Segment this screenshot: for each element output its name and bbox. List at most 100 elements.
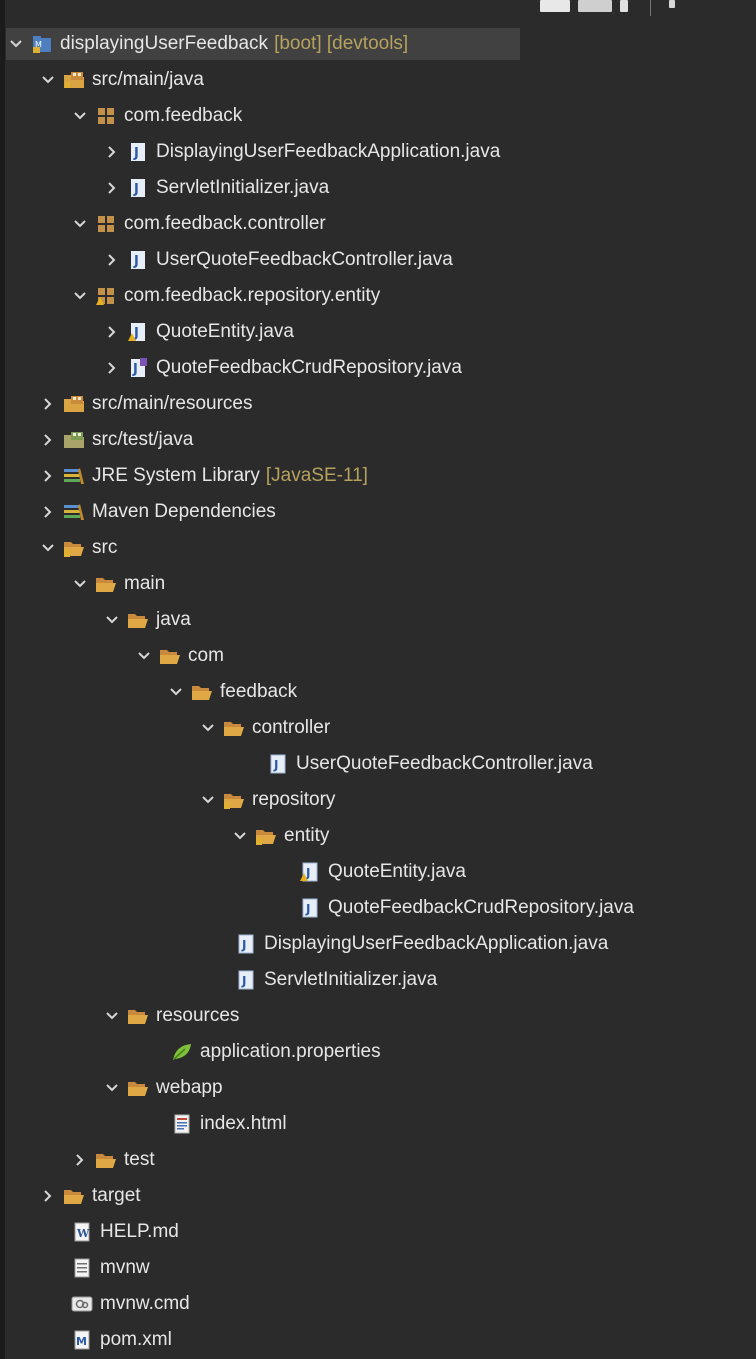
tree-row-java-file[interactable]: J QuoteFeedbackCrudRepository.java bbox=[0, 350, 756, 386]
tree-row-project[interactable]: M displayingUserFeedback [boot] [devtool… bbox=[0, 26, 756, 62]
tree-row-label: mvnw bbox=[100, 1257, 150, 1278]
chevron-down-icon[interactable] bbox=[70, 574, 90, 594]
tree-row-package[interactable]: com.feedback bbox=[0, 98, 756, 134]
tree-row-folder[interactable]: main bbox=[0, 566, 756, 602]
chevron-right-icon[interactable] bbox=[38, 1186, 58, 1206]
tree-row-source-folder[interactable]: src/main/java bbox=[0, 62, 756, 98]
link-with-editor-icon[interactable] bbox=[578, 0, 612, 12]
tree-row-label: mvnw.cmd bbox=[100, 1293, 190, 1314]
folder-open-icon bbox=[222, 717, 246, 739]
folder-open-icon bbox=[254, 825, 278, 847]
minimize-icon[interactable] bbox=[669, 0, 675, 8]
tree-row-java-file[interactable]: J UserQuoteFeedbackController.java bbox=[0, 242, 756, 278]
tree-row-file[interactable]: J UserQuoteFeedbackController.java bbox=[0, 746, 756, 782]
tree-row-folder[interactable]: controller bbox=[0, 710, 756, 746]
tree-row-label: src bbox=[92, 537, 118, 558]
tree-row-folder[interactable]: test bbox=[0, 1142, 756, 1178]
tree-row-folder[interactable]: webapp bbox=[0, 1070, 756, 1106]
tree-row-source-folder[interactable]: src/main/resources bbox=[0, 386, 756, 422]
chevron-down-icon[interactable] bbox=[38, 70, 58, 90]
svg-text:J: J bbox=[132, 362, 138, 377]
chevron-right-icon[interactable] bbox=[102, 178, 122, 198]
chevron-down-icon[interactable] bbox=[102, 1078, 122, 1098]
chevron-down-icon[interactable] bbox=[6, 34, 26, 54]
tree-row-folder[interactable]: resources bbox=[0, 998, 756, 1034]
chevron-right-icon[interactable] bbox=[102, 142, 122, 162]
text-file-icon bbox=[70, 1257, 94, 1279]
chevron-down-icon[interactable] bbox=[70, 106, 90, 126]
tree-row-label: application.properties bbox=[200, 1041, 381, 1062]
tree-row-folder[interactable]: feedback bbox=[0, 674, 756, 710]
tree-row-source-folder[interactable]: src/test/java bbox=[0, 422, 756, 458]
project-decoration: [boot] [devtools] bbox=[274, 33, 409, 54]
java-file-warning-icon: J bbox=[126, 321, 150, 343]
tree-row-file[interactable]: application.properties bbox=[0, 1034, 756, 1070]
html-file-icon bbox=[170, 1113, 194, 1135]
collapse-all-icon[interactable] bbox=[540, 0, 570, 12]
tree-row-library[interactable]: Maven Dependencies bbox=[0, 494, 756, 530]
tree-row-java-file[interactable]: J DisplayingUserFeedbackApplication.java bbox=[0, 134, 756, 170]
tree-row-folder[interactable]: repository bbox=[0, 782, 756, 818]
tree-row-file[interactable]: index.html bbox=[0, 1106, 756, 1142]
chevron-right-icon[interactable] bbox=[38, 430, 58, 450]
tree-row-file[interactable]: J DisplayingUserFeedbackApplication.java bbox=[0, 926, 756, 962]
java-file-warning-icon: J bbox=[298, 861, 322, 883]
tree-row-file[interactable]: J ServletInitializer.java bbox=[0, 962, 756, 998]
chevron-down-icon[interactable] bbox=[198, 790, 218, 810]
tree-row-label: index.html bbox=[200, 1113, 287, 1134]
tree-row-file[interactable]: J QuoteFeedbackCrudRepository.java bbox=[0, 890, 756, 926]
project-explorer-tree: M displayingUserFeedback [boot] [devtool… bbox=[0, 26, 756, 1358]
chevron-right-icon[interactable] bbox=[70, 1150, 90, 1170]
tree-row-folder[interactable]: src bbox=[0, 530, 756, 566]
tree-row-java-file[interactable]: J QuoteEntity.java bbox=[0, 314, 756, 350]
tree-row-file[interactable]: mvnw.cmd bbox=[0, 1286, 756, 1322]
spring-properties-icon bbox=[170, 1041, 194, 1063]
chevron-right-icon[interactable] bbox=[102, 322, 122, 342]
chevron-right-icon[interactable] bbox=[102, 250, 122, 270]
tree-row-file[interactable]: mvnw bbox=[0, 1250, 756, 1286]
folder-open-icon bbox=[94, 1149, 118, 1171]
chevron-down-icon[interactable] bbox=[70, 286, 90, 306]
java-file-icon: J bbox=[234, 969, 258, 991]
tree-row-file[interactable]: J QuoteEntity.java bbox=[0, 854, 756, 890]
tree-row-folder[interactable]: com bbox=[0, 638, 756, 674]
tree-row-file[interactable]: M pom.xml bbox=[0, 1322, 756, 1358]
tree-row-library[interactable]: JRE System Library [JavaSE-11] bbox=[0, 458, 756, 494]
view-menu-icon[interactable] bbox=[620, 0, 628, 12]
chevron-down-icon[interactable] bbox=[134, 646, 154, 666]
chevron-down-icon[interactable] bbox=[38, 538, 58, 558]
svg-text:W: W bbox=[76, 1227, 90, 1240]
chevron-down-icon[interactable] bbox=[102, 1006, 122, 1026]
chevron-down-icon[interactable] bbox=[70, 214, 90, 234]
toolbar-separator bbox=[650, 0, 651, 16]
chevron-right-icon[interactable] bbox=[38, 394, 58, 414]
chevron-down-icon[interactable] bbox=[166, 682, 186, 702]
tree-row-label: webapp bbox=[156, 1077, 223, 1098]
tree-row-file[interactable]: W HELP.md bbox=[0, 1214, 756, 1250]
tree-row-folder[interactable]: entity bbox=[0, 818, 756, 854]
tree-row-folder[interactable]: target bbox=[0, 1178, 756, 1214]
tree-row-folder[interactable]: java bbox=[0, 602, 756, 638]
tree-row-label: com.feedback bbox=[124, 105, 243, 126]
tree-row-label: DisplayingUserFeedbackApplication.java bbox=[264, 933, 609, 954]
package-icon bbox=[94, 105, 118, 127]
tree-row-package[interactable]: com.feedback.repository.entity bbox=[0, 278, 756, 314]
tree-row-label: HELP.md bbox=[100, 1221, 179, 1242]
library-decoration: [JavaSE-11] bbox=[265, 465, 368, 486]
tree-row-package[interactable]: com.feedback.controller bbox=[0, 206, 756, 242]
tree-row-label: test bbox=[124, 1149, 155, 1170]
tree-row-label: src/main/java bbox=[92, 69, 204, 90]
tree-row-java-file[interactable]: J ServletInitializer.java bbox=[0, 170, 756, 206]
java-file-icon: J bbox=[126, 249, 150, 271]
chevron-right-icon[interactable] bbox=[38, 502, 58, 522]
svg-text:J: J bbox=[273, 758, 278, 772]
tree-row-label: controller bbox=[252, 717, 331, 738]
svg-text:J: J bbox=[241, 974, 246, 988]
chevron-right-icon[interactable] bbox=[102, 358, 122, 378]
chevron-down-icon[interactable] bbox=[102, 610, 122, 630]
chevron-right-icon[interactable] bbox=[38, 466, 58, 486]
chevron-down-icon[interactable] bbox=[198, 718, 218, 738]
tree-row-label: target bbox=[92, 1185, 141, 1206]
folder-open-icon bbox=[126, 609, 150, 631]
chevron-down-icon[interactable] bbox=[230, 826, 250, 846]
